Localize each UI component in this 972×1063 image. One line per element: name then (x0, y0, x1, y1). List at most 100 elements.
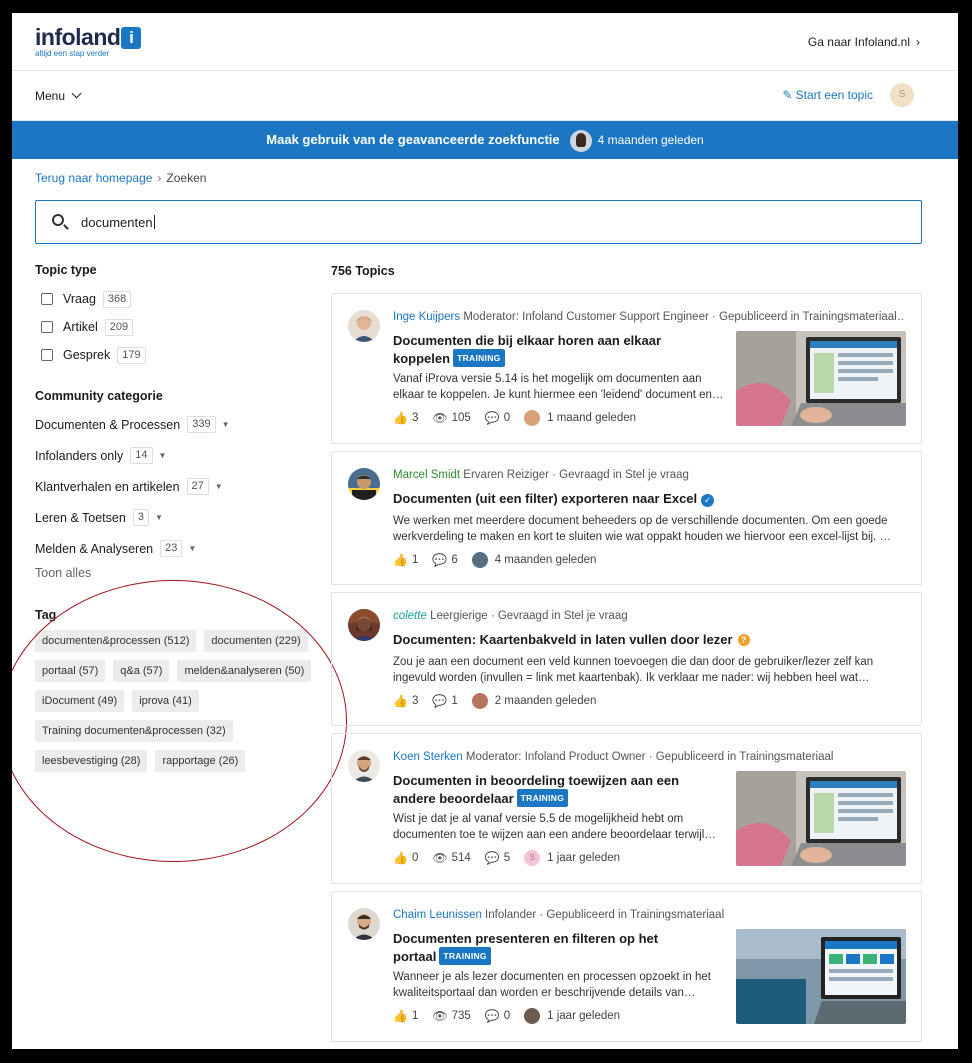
dropdown-icon[interactable]: ▼ (155, 513, 163, 522)
topic-card[interactable]: colette Leergierige · Gevraagd in Stel j… (331, 592, 922, 726)
filter-count: 209 (104, 318, 134, 336)
topic-stats: 👍 1 💬 6 4 maanden geleden (393, 552, 596, 568)
comments-stat[interactable]: 💬 6 (432, 553, 457, 567)
author-link[interactable]: Koen Sterken (393, 751, 463, 763)
author-link[interactable]: Marcel Smidt (393, 469, 460, 481)
logo-i-icon: i (121, 26, 142, 49)
checkbox[interactable] (41, 321, 53, 333)
topic-title[interactable]: Documenten die bij elkaar horen aan elka… (393, 333, 661, 367)
chevron-right-icon: › (916, 35, 920, 49)
likes-count: 1 (411, 554, 419, 566)
likes-stat[interactable]: 👍 1 (393, 553, 418, 567)
tag-chip[interactable]: Training documenten&processen (32) (35, 720, 233, 742)
likes-stat[interactable]: 👍 1 (393, 1009, 418, 1023)
category-klantverhalen[interactable]: Klantverhalen en artikelen 27 ▼ (35, 471, 325, 502)
topic-meta: Marcel Smidt Ervaren Reiziger · Gevraagd… (393, 469, 689, 481)
title-line: Documenten in beoordeling toewijzen aan … (393, 773, 680, 788)
topic-title[interactable]: Documenten: Kaartenbakveld in laten vull… (393, 632, 750, 648)
category-count: 14 (130, 447, 153, 464)
thumbs-up-icon: 👍 (393, 694, 408, 708)
results-list: Inge Kuijpers Moderator: Infoland Custom… (331, 293, 922, 1049)
topic-title[interactable]: Documenten in beoordeling toewijzen aan … (393, 773, 679, 807)
category-label: Infolanders only (35, 448, 124, 463)
text-caret (153, 215, 155, 229)
logo-wordmark: infoland (35, 24, 121, 50)
views-count: 735 (451, 1010, 471, 1022)
topic-card[interactable]: Koen Sterken Moderator: Infoland Product… (331, 733, 922, 884)
tag-chip[interactable]: iprova (41) (132, 690, 199, 712)
search-value-text: documenten (81, 215, 153, 230)
filter-label: Gesprek (63, 348, 111, 362)
likes-stat[interactable]: 👍 3 (393, 411, 418, 425)
tag-chip[interactable]: iDocument (49) (35, 690, 125, 712)
dropdown-icon[interactable]: ▼ (188, 544, 196, 553)
last-reply-avatar (524, 410, 541, 426)
comments-stat[interactable]: 💬 0 (485, 411, 510, 425)
author-avatar[interactable] (348, 750, 380, 782)
goto-infoland-link[interactable]: Ga naar Infoland.nl › (808, 35, 920, 49)
comments-stat[interactable]: 💬 5 (485, 851, 510, 865)
search-icon (52, 214, 64, 226)
category-count: 23 (160, 540, 183, 557)
filter-artikel[interactable]: Artikel 209 (41, 313, 325, 341)
topic-excerpt: Vanaf iProva versie 5.14 is het mogelijk… (393, 371, 723, 403)
show-all-link[interactable]: Toon alles (35, 566, 325, 580)
tag-chip[interactable]: documenten (229) (204, 630, 308, 652)
filter-gesprek[interactable]: Gesprek 179 (41, 341, 325, 369)
dropdown-icon[interactable]: ▼ (159, 451, 167, 460)
start-topic-button[interactable]: ✎ Start een topic (783, 88, 873, 102)
search-input[interactable]: documenten (35, 200, 922, 244)
dropdown-icon[interactable]: ▼ (215, 482, 223, 491)
title-line: Documenten die bij elkaar horen aan elka… (393, 333, 662, 348)
tag-chip[interactable]: portaal (57) (35, 660, 106, 682)
tag-chip[interactable]: leesbevestiging (28) (35, 750, 148, 772)
tag-chip[interactable]: rapportage (26) (155, 750, 246, 772)
category-label: Documenten & Processen (35, 417, 181, 432)
likes-stat[interactable]: 👍 0 (393, 851, 418, 865)
topic-thumbnail[interactable] (736, 929, 906, 1024)
category-melden-analyseren[interactable]: Melden & Analyseren 23 ▼ (35, 533, 325, 564)
comments-stat[interactable]: 💬 1 (432, 694, 457, 708)
meta-text: Moderator: Infoland Customer Support Eng… (460, 311, 903, 323)
tag-heading: Tag (35, 608, 57, 622)
comments-stat[interactable]: 💬 0 (485, 1009, 510, 1023)
announcement-banner[interactable]: Maak gebruik van de geavanceerde zoekfun… (12, 121, 958, 159)
category-infolanders-only[interactable]: Infolanders only 14 ▼ (35, 440, 325, 471)
category-documenten-processen[interactable]: Documenten & Processen 339 ▼ (35, 409, 325, 440)
author-avatar[interactable] (348, 609, 380, 641)
filter-vraag[interactable]: Vraag 368 (41, 285, 325, 313)
filter-sidebar: Topic type Vraag 368 Artikel 209 Gesprek 17… (35, 263, 325, 780)
likes-stat[interactable]: 👍 3 (393, 694, 418, 708)
user-avatar[interactable]: S (890, 83, 914, 107)
dropdown-icon[interactable]: ▼ (222, 420, 230, 429)
author-avatar[interactable] (348, 908, 380, 940)
topic-title[interactable]: Documenten presenteren en filteren op he… (393, 931, 658, 965)
author-avatar[interactable] (348, 310, 380, 342)
excerpt-line: Vanaf iProva versie 5.14 is het mogelijk… (393, 373, 702, 385)
excerpt-line: Wanneer je als lezer documenten en proce… (393, 971, 711, 983)
tag-chip[interactable]: q&a (57) (113, 660, 170, 682)
tag-chip[interactable]: melden&analyseren (50) (177, 660, 312, 682)
author-link[interactable]: colette (393, 610, 427, 622)
checkbox[interactable] (41, 349, 53, 361)
last-reply-avatar (471, 693, 488, 709)
author-link[interactable]: Chaim Leunissen (393, 909, 482, 921)
title-line: Documenten: Kaartenbakveld in laten vull… (393, 632, 733, 647)
comments-count: 1 (451, 695, 458, 707)
menu-button[interactable]: Menu (35, 88, 82, 103)
category-leren-toetsen[interactable]: Leren & Toetsen 3 ▼ (35, 502, 325, 533)
topic-title[interactable]: Documenten (uit een filter) exporteren n… (393, 491, 715, 507)
topic-card[interactable]: Chaim Leunissen Infolander · Gepubliceer… (331, 891, 922, 1042)
breadcrumb-home-link[interactable]: Terug naar homepage (35, 171, 152, 185)
author-link[interactable]: Inge Kuijpers (393, 311, 460, 323)
topic-card[interactable]: Inge Kuijpers Moderator: Infoland Custom… (331, 293, 922, 444)
infoland-logo[interactable]: infoland i altijd een stap verder (35, 24, 142, 58)
topic-thumbnail[interactable] (736, 771, 906, 866)
author-avatar[interactable] (348, 468, 380, 500)
tag-chip[interactable]: documenten&processen (512) (35, 630, 197, 652)
topic-thumbnail[interactable] (736, 331, 906, 426)
checkbox[interactable] (41, 293, 53, 305)
meta-text: Infolander · Gepubliceerd in Trainingsma… (481, 909, 725, 921)
topic-card[interactable]: Marcel Smidt Ervaren Reiziger · Gevraagd… (331, 451, 922, 585)
banner-author-avatar (569, 129, 592, 152)
